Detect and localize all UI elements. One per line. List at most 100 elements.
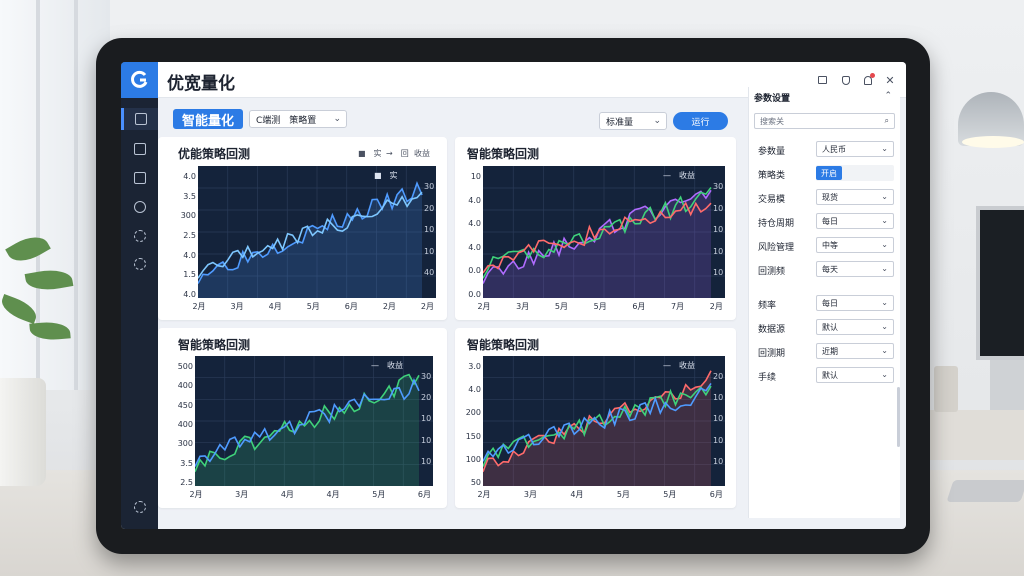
- x-axis-tick: 3月: [230, 302, 244, 311]
- strategy-select[interactable]: C端测 策略置 ⌄: [249, 110, 347, 128]
- x-axis-tick: 5月: [554, 302, 568, 311]
- right-axis-tick: 10: [424, 225, 435, 235]
- x-axis-tick: 2月: [477, 302, 491, 311]
- x-axis-tick: 7月: [671, 302, 685, 311]
- param-select[interactable]: 人民币 ⌄: [816, 141, 894, 157]
- right-axis-tick: 10: [424, 246, 435, 256]
- y-axis-tick: 50: [470, 478, 481, 487]
- param-select-value: 每日: [822, 216, 838, 226]
- window-mode-button[interactable]: [814, 72, 830, 88]
- chart-plot-area: ■ 实 30 20 10 10 40: [198, 166, 436, 298]
- sidebar-item-gear[interactable]: [121, 253, 158, 275]
- y-axis-tick: 2.5: [180, 478, 193, 487]
- strategy-select-value: C端测 策略置: [256, 115, 317, 126]
- params-search-placeholder: 搜索关: [760, 116, 784, 126]
- y-axis-tick: 3.5: [180, 458, 193, 468]
- toggle-chip: 开启: [816, 166, 842, 180]
- series-area: [483, 190, 711, 298]
- close-button[interactable]: ✕: [882, 72, 898, 88]
- x-axis-tick: 2月: [477, 490, 491, 499]
- y-axis-tick: 4.0: [183, 290, 196, 299]
- params-header: 参数设置: [754, 94, 791, 104]
- calendar-icon: [133, 143, 146, 155]
- chevron-up-icon[interactable]: ⌃: [884, 91, 892, 101]
- strategy-button[interactable]: 智能量化: [173, 109, 243, 129]
- param-label: 手续: [758, 373, 777, 383]
- param-select-value: 中等: [822, 240, 838, 250]
- chart-plot-area: — 收益 30 10 10 10 10: [483, 166, 725, 298]
- right-axis-tick: 20: [424, 203, 435, 213]
- y-axis-tick: 4.0: [183, 172, 196, 181]
- param-select[interactable]: 每日 ⌄: [816, 213, 894, 229]
- params-search-input[interactable]: 搜索关 ⌕: [754, 113, 895, 129]
- x-axis-tick: 6月: [344, 302, 358, 311]
- notification-button[interactable]: [860, 72, 876, 88]
- x-axis-tick: 4月: [326, 490, 340, 499]
- params-scrollbar[interactable]: [897, 387, 900, 447]
- param-select-value: 默认: [822, 322, 838, 332]
- shield-button[interactable]: [838, 72, 854, 88]
- x-axis-tick: 4月: [570, 490, 584, 499]
- y-axis-tick: 1.5: [183, 270, 196, 280]
- sidebar-item-settings[interactable]: [121, 225, 158, 247]
- x-axis-tick: 4月: [268, 302, 282, 311]
- chart-legend: — 收益: [663, 361, 695, 370]
- chevron-down-icon: ⌄: [881, 240, 888, 249]
- right-axis-tick: 20: [713, 372, 724, 381]
- close-icon: ✕: [885, 73, 895, 87]
- param-select[interactable]: 默认 ⌄: [816, 319, 894, 335]
- sidebar-item-calendar[interactable]: [121, 138, 158, 160]
- legend-item[interactable]: → 回: [386, 148, 409, 159]
- chevron-down-icon: ⌄: [881, 322, 888, 331]
- series-area: [483, 370, 711, 486]
- x-axis-tick: 2月: [709, 302, 723, 311]
- y-axis-tick: 400: [177, 381, 193, 391]
- param-select[interactable]: 中等 ⌄: [816, 237, 894, 253]
- y-axis-tick: 4.0: [468, 195, 481, 205]
- home-icon: [135, 113, 147, 125]
- background-shelf: [930, 410, 1024, 460]
- param-select[interactable]: 默认 ⌄: [816, 367, 894, 383]
- param-select-value: 人民币: [822, 144, 846, 154]
- right-axis-tick: 10: [713, 414, 724, 424]
- param-toggle[interactable]: 开启: [816, 165, 894, 181]
- legend-item[interactable]: 收益: [414, 148, 430, 159]
- param-select-value: 近期: [822, 346, 838, 356]
- y-axis-tick: 3.0: [468, 362, 481, 371]
- y-axis-tick: 4.0: [183, 250, 196, 260]
- param-select[interactable]: 每天 ⌄: [816, 261, 894, 277]
- param-select[interactable]: 现货 ⌄: [816, 189, 894, 205]
- legend-item[interactable]: ■ 实: [358, 148, 382, 159]
- chart-title: 智能策略回测: [178, 338, 251, 352]
- sidebar-item-document[interactable]: [121, 167, 158, 189]
- sidebar-item-user[interactable]: [121, 196, 158, 218]
- sidebar: [121, 62, 158, 529]
- user-icon: [133, 201, 146, 213]
- params-panel: 参数设置 ⌃ 搜索关 ⌕ 参数量 人民币 ⌄ 策略类 开启 交易模 现货 ⌄ 持仓周期 每日 ⌄ 风险…: [748, 87, 900, 518]
- background-monitor: [976, 206, 1024, 360]
- right-axis-tick: 30: [424, 182, 435, 191]
- chart-svg: [483, 166, 725, 298]
- y-axis-tick: 300: [177, 439, 193, 449]
- param-select-value: 默认: [822, 370, 838, 380]
- shield-icon: [842, 75, 850, 85]
- run-button[interactable]: 运行: [673, 112, 728, 130]
- app-logo[interactable]: [121, 62, 158, 98]
- param-select[interactable]: 近期 ⌄: [816, 343, 894, 359]
- period-select[interactable]: 标准量 ⌄: [599, 112, 667, 130]
- chart-legend: — 收益: [663, 171, 695, 180]
- background-vase: [934, 366, 958, 412]
- sidebar-footer-settings[interactable]: [121, 496, 158, 518]
- chevron-down-icon: ⌄: [653, 116, 661, 126]
- gear-icon: [133, 258, 146, 270]
- param-select-value: 每日: [822, 298, 838, 308]
- right-axis-tick: 10: [713, 393, 724, 403]
- right-axis-tick: 10: [713, 435, 724, 445]
- sidebar-item-home[interactable]: [121, 108, 158, 130]
- chart-svg: [483, 356, 725, 486]
- x-axis-tick: 3月: [235, 490, 249, 499]
- y-axis-tick: 4.0: [468, 219, 481, 229]
- right-axis-tick: 10: [713, 268, 724, 278]
- param-select[interactable]: 每日 ⌄: [816, 295, 894, 311]
- x-axis-tick: 6月: [709, 490, 723, 499]
